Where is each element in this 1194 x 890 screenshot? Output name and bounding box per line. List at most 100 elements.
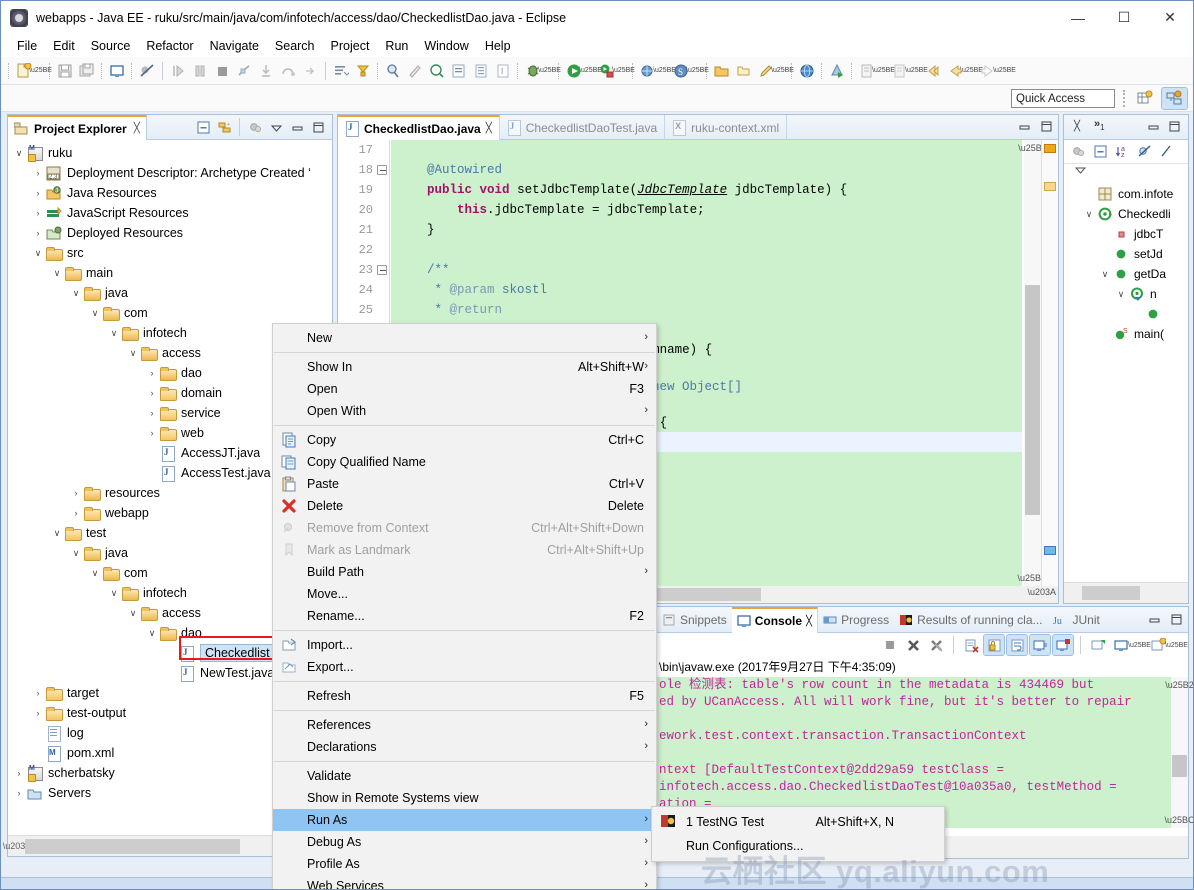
view-menu-icon[interactable] <box>1074 164 1188 180</box>
context-menu-item-build-path[interactable]: Build Path › <box>273 561 656 583</box>
expand-twisty-open[interactable]: ∨ <box>1098 264 1112 284</box>
outline-tree[interactable]: com.infote ∨ Checkedli jdbcT setJd ∨ getDa ∨ n Sm… <box>1064 184 1188 581</box>
suspend-icon[interactable] <box>189 60 211 82</box>
remove-launch-icon[interactable] <box>903 635 923 655</box>
expand-twisty-open[interactable]: ∨ <box>126 603 140 623</box>
tree-item[interactable]: › Deployed Resources <box>8 223 332 243</box>
close-icon[interactable]: ╳ <box>486 123 492 134</box>
context-menu-item-new[interactable]: New › <box>273 327 656 349</box>
next-annotation-icon[interactable] <box>330 60 352 82</box>
outline-item[interactable] <box>1064 304 1188 324</box>
context-menu-item-rename[interactable]: Rename... F2 <box>273 605 656 627</box>
next-edit-location-icon[interactable] <box>856 60 878 82</box>
context-menu-item-remove-from-context[interactable]: Remove from Context Ctrl+Alt+Shift+Down <box>273 517 656 539</box>
menu-refactor[interactable]: Refactor <box>138 36 201 56</box>
word-wrap-icon[interactable] <box>1006 634 1028 656</box>
new-dropdown-arrow[interactable]: \u25BE <box>29 60 52 82</box>
expand-twisty-open[interactable]: ∨ <box>12 143 26 163</box>
chevron-more-icon[interactable]: »1 <box>1094 118 1105 132</box>
expand-twisty-closed[interactable]: › <box>31 183 45 203</box>
minimize-icon[interactable] <box>287 117 307 137</box>
expand-twisty-closed[interactable]: › <box>31 683 45 703</box>
quick-access-input[interactable]: Quick Access <box>1011 89 1115 108</box>
expand-twisty-closed[interactable]: › <box>69 483 83 503</box>
previous-edit-location-icon[interactable] <box>889 60 911 82</box>
expand-twisty-closed[interactable]: › <box>145 403 159 423</box>
open-console-dropdown-arrow[interactable]: \u25BE <box>1128 634 1151 656</box>
outline-item[interactable]: ∨ getDa <box>1064 264 1188 284</box>
close-icon[interactable]: ╳ <box>1074 121 1080 132</box>
expand-twisty-closed[interactable]: › <box>145 363 159 383</box>
expand-twisty-open[interactable]: ∨ <box>31 243 45 263</box>
focus-on-active-task-icon[interactable] <box>245 117 265 137</box>
editor-vscrollbar[interactable]: \u25B2 \u25BC <box>1017 140 1048 586</box>
new-java-class-icon[interactable] <box>448 60 470 82</box>
spring-bean-icon[interactable]: S <box>670 60 692 82</box>
context-menu-item-validate[interactable]: Validate <box>273 765 656 787</box>
menu-help[interactable]: Help <box>477 36 519 56</box>
context-menu-item-show-in-remote-systems-view[interactable]: Show in Remote Systems view <box>273 787 656 809</box>
context-menu-item-paste[interactable]: Paste Ctrl+V <box>273 473 656 495</box>
menu-navigate[interactable]: Navigate <box>202 36 267 56</box>
context-menu[interactable]: New › Show In Alt+Shift+W › Open F3 Open With › C… <box>272 323 657 889</box>
collapse-all-icon[interactable] <box>193 117 213 137</box>
context-menu-item-copy-qualified-name[interactable]: Copy Qualified Name <box>273 451 656 473</box>
scroll-up-icon[interactable]: \u25B2 <box>1018 140 1047 156</box>
terminate-icon[interactable] <box>880 635 900 655</box>
edit-dropdown-arrow[interactable]: \u25BE <box>771 60 794 82</box>
maximize-icon[interactable] <box>1168 120 1181 136</box>
expand-twisty-closed[interactable]: › <box>31 223 45 243</box>
search-icon[interactable] <box>382 60 404 82</box>
tab-testng-results[interactable]: Results of running cla... <box>894 607 1047 633</box>
link-with-editor-icon[interactable] <box>214 117 234 137</box>
tree-item[interactable]: ∨ java <box>8 283 332 303</box>
context-menu-item-import[interactable]: Import... <box>273 634 656 656</box>
context-menu-item-refresh[interactable]: Refresh F5 <box>273 685 656 707</box>
pin-console-icon[interactable] <box>1052 634 1074 656</box>
context-menu-item-open[interactable]: Open F3 <box>273 378 656 400</box>
tree-item[interactable]: ∨ src <box>8 243 332 263</box>
tree-item[interactable]: › 2.3 Deployment Descriptor: Archetype Cre… <box>8 163 332 183</box>
expand-twisty-open[interactable]: ∨ <box>50 263 64 283</box>
minimize-icon[interactable] <box>1146 611 1162 627</box>
run-as-submenu[interactable]: 1 TestNG Test Alt+Shift+X, N Run Configura… <box>651 806 945 862</box>
expand-twisty-closed[interactable]: › <box>31 203 45 223</box>
hide-static-icon[interactable] <box>1156 142 1176 162</box>
context-menu-item-open-with[interactable]: Open With › <box>273 400 656 422</box>
step-return-icon[interactable] <box>299 60 321 82</box>
tree-item[interactable]: ∨ com <box>8 303 332 323</box>
expand-twisty-closed[interactable]: › <box>31 703 45 723</box>
console-vscrollbar[interactable]: \u25B2 \u25BC <box>1164 677 1193 828</box>
editor-tab-checkedlistdao[interactable]: CheckedlistDao.java ╳ <box>338 115 500 140</box>
vscroll-thumb[interactable] <box>1025 285 1040 515</box>
spring-dropdown-arrow[interactable]: \u25BE <box>686 60 709 82</box>
context-menu-item-delete[interactable]: Delete Delete <box>273 495 656 517</box>
disconnect-icon[interactable] <box>233 60 255 82</box>
editor-tab-ruku-context[interactable]: ruku-context.xml <box>665 115 788 140</box>
back-icon[interactable] <box>944 60 966 82</box>
scroll-right-icon[interactable]: \u203A <box>1027 587 1056 597</box>
tree-item[interactable]: › JavaScript Resources <box>8 203 332 223</box>
view-menu-icon[interactable] <box>266 117 286 137</box>
expand-twisty-closed[interactable]: › <box>12 783 26 803</box>
context-menu-item-profile-as[interactable]: Profile As › <box>273 853 656 875</box>
expand-twisty-open[interactable]: ∨ <box>145 623 159 643</box>
menu-source[interactable]: Source <box>83 36 139 56</box>
minimize-button[interactable]: — <box>1055 1 1101 34</box>
editor-tab-checkedlistdaotest[interactable]: CheckedlistDaoTest.java <box>500 115 666 140</box>
expand-twisty-open[interactable]: ∨ <box>69 283 83 303</box>
context-menu-item-export[interactable]: Export... <box>273 656 656 678</box>
back-dropdown-arrow[interactable]: \u25BE <box>960 60 983 82</box>
java-ee-perspective-icon[interactable] <box>1161 87 1188 110</box>
maximize-button[interactable]: ☐ <box>1101 1 1147 34</box>
tree-item[interactable]: ∨ main <box>8 263 332 283</box>
maximize-icon[interactable] <box>1038 118 1054 134</box>
expand-twisty-open[interactable]: ∨ <box>50 523 64 543</box>
step-into-icon[interactable] <box>255 60 277 82</box>
tab-progress[interactable]: Progress <box>818 607 894 633</box>
resume-icon[interactable] <box>167 60 189 82</box>
minimize-icon[interactable] <box>1016 118 1032 134</box>
skip-breakpoints-icon[interactable] <box>136 60 158 82</box>
back-history-icon[interactable] <box>922 60 944 82</box>
outline-item[interactable]: ∨ n <box>1064 284 1188 304</box>
